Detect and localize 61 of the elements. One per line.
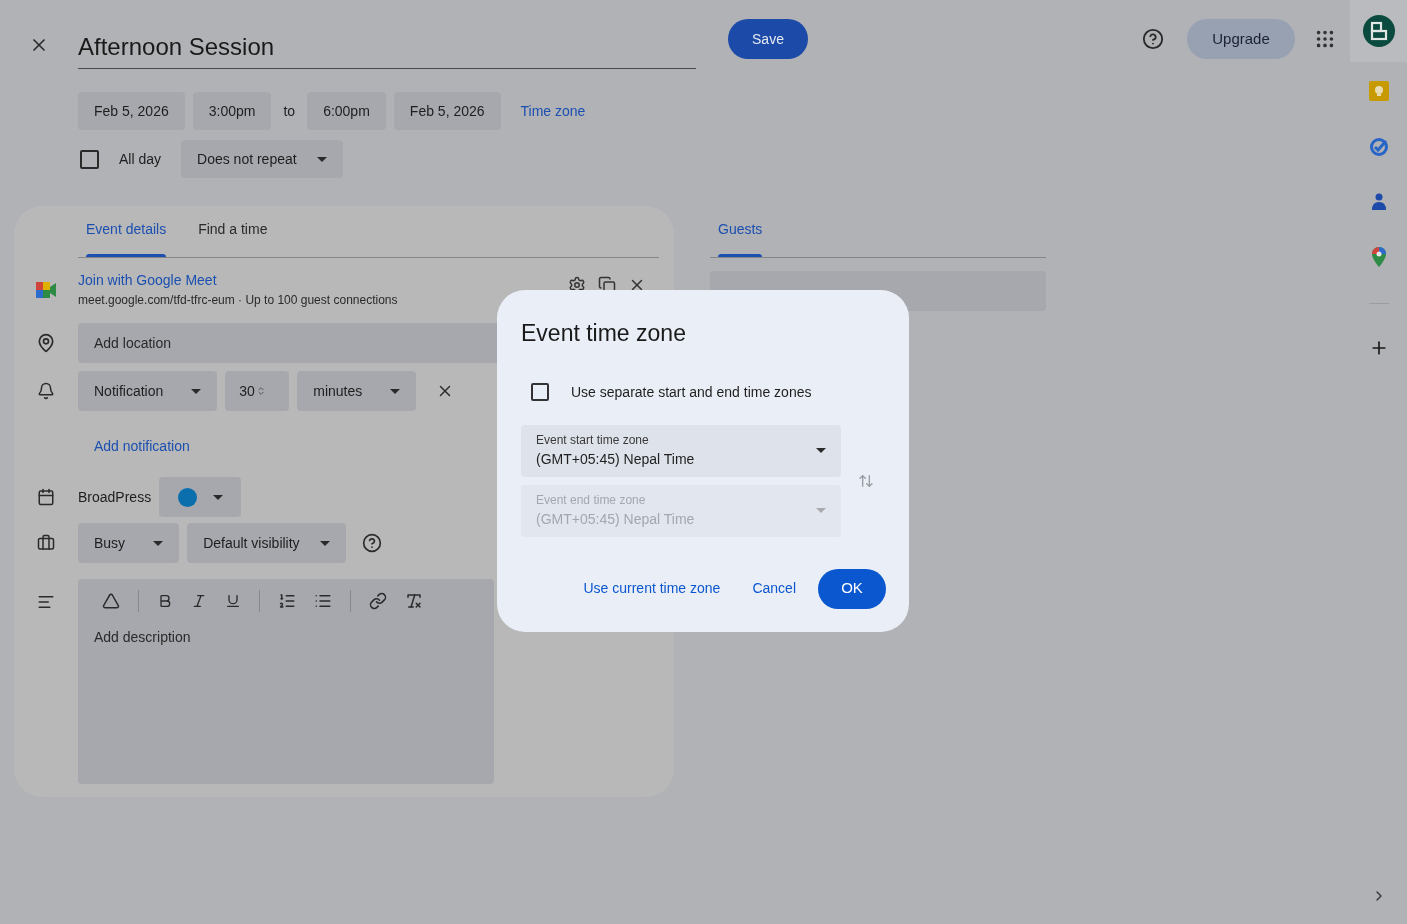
notification-unit-dropdown[interactable]: minutes	[297, 371, 417, 411]
caret-icon	[316, 156, 327, 162]
time-zone-dropdown[interactable]: Event start time zone (GMT+05:45) Nepal Time	[521, 424, 841, 477]
caret-icon	[816, 448, 826, 453]
time-zone-link[interactable]: Time zone	[520, 100, 586, 122]
numbered-list-icon[interactable]	[278, 592, 296, 610]
add-notification-link[interactable]: Add notification	[94, 436, 190, 457]
avatar-icon[interactable]	[1362, 15, 1395, 47]
caret-icon	[816, 508, 826, 513]
tab[interactable]: Guests	[718, 205, 763, 257]
map-pin-icon[interactable]	[1371, 247, 1386, 267]
bold-icon[interactable]	[157, 593, 173, 609]
description-icon	[37, 593, 55, 611]
description-field[interactable]: Add description	[78, 579, 494, 784]
bulleted-list-icon[interactable]	[314, 592, 332, 610]
video-call-icon	[36, 281, 56, 298]
caret-icon	[191, 388, 202, 394]
title-field[interactable]: Afternoon Session	[78, 25, 696, 69]
visibility-dropdown[interactable]: Default visibility	[187, 523, 346, 563]
notification-amount-field[interactable]: 30	[225, 371, 290, 411]
person-icon[interactable]	[1370, 193, 1387, 211]
location-icon	[36, 333, 56, 353]
save-button[interactable]: Save	[728, 19, 808, 59]
all-day-checkbox[interactable]	[80, 149, 99, 169]
text-button[interactable]: Use current time zone	[573, 568, 731, 609]
color-dropdown[interactable]	[159, 477, 242, 517]
caret-icon	[212, 494, 223, 500]
upgrade-button[interactable]: Upgrade	[1187, 19, 1295, 59]
briefcase-icon	[37, 534, 55, 552]
separate-zones-label: Use separate start and end time zones	[571, 382, 812, 402]
tab[interactable]: Find a time	[198, 205, 268, 257]
end-time-field[interactable]: 6:00pm	[307, 92, 386, 130]
apps-icon[interactable]	[1314, 28, 1336, 50]
all-day-label: All day	[119, 149, 162, 169]
caret-icon	[390, 388, 401, 394]
help-icon[interactable]	[361, 533, 382, 553]
to-label: to	[282, 101, 297, 121]
end-date-field[interactable]: Feb 5, 2026	[393, 92, 501, 130]
start-time-field[interactable]: 3:00pm	[192, 92, 272, 130]
link-icon[interactable]	[369, 592, 387, 610]
meet-details: meet.google.com/tfd-tfrc-eum · Up to 100 guest connections	[78, 292, 399, 309]
calendar-name: BroadPress	[78, 487, 152, 507]
text-button[interactable]: Cancel	[742, 568, 806, 609]
italic-icon[interactable]	[191, 593, 207, 609]
start-date-field[interactable]: Feb 5, 2026	[78, 92, 185, 130]
calendar-icon	[37, 488, 55, 506]
separate-zones-checkbox[interactable]	[531, 383, 549, 401]
bell-icon	[37, 382, 55, 400]
drive-icon[interactable]	[102, 592, 120, 610]
help-icon[interactable]	[1142, 28, 1164, 50]
caret-icon	[319, 540, 330, 546]
ok-button[interactable]: OK	[818, 568, 886, 609]
underline-icon[interactable]	[225, 593, 241, 609]
notification-type-dropdown[interactable]: Notification	[78, 371, 218, 411]
meet-link[interactable]: Join with Google Meet	[78, 270, 568, 291]
clear-formatting-icon[interactable]	[405, 592, 423, 610]
tab[interactable]: Event details	[86, 205, 167, 257]
availability-dropdown[interactable]: Busy	[78, 523, 180, 563]
repeat-dropdown[interactable]: Does not repeat	[181, 140, 343, 178]
caret-icon	[153, 540, 164, 546]
task-check-icon[interactable]	[1368, 137, 1389, 157]
